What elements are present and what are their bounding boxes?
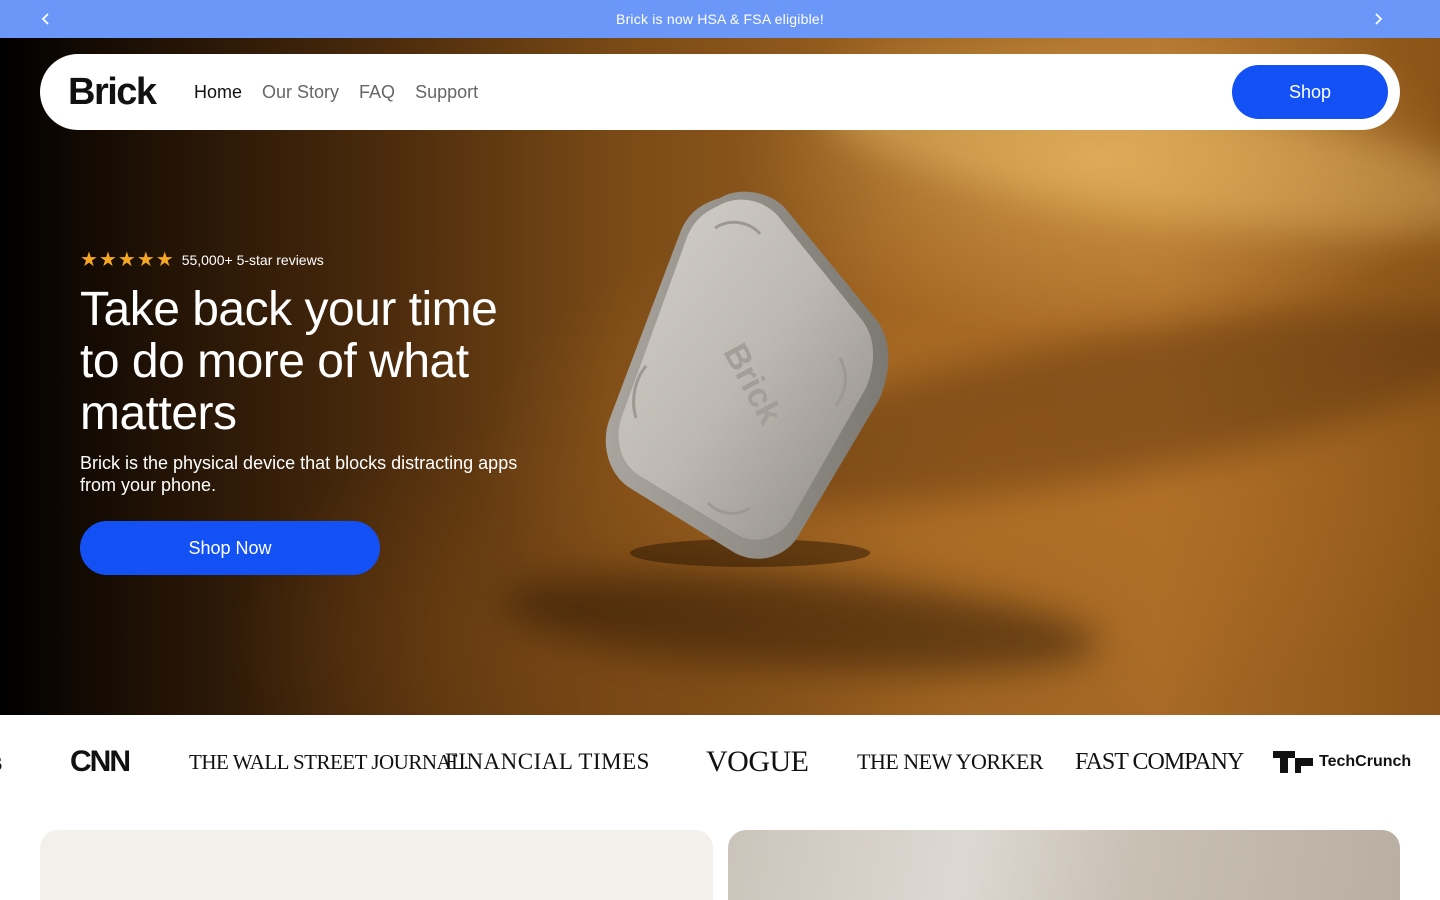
hero-headline: Take back your time to do more of what m… bbox=[80, 283, 498, 440]
chevron-left-icon[interactable] bbox=[36, 9, 56, 29]
reviews-count: 55,000+ 5-star reviews bbox=[181, 252, 324, 268]
brick-logo[interactable]: Brick bbox=[68, 72, 157, 112]
press-logo-partial: s bbox=[0, 745, 2, 779]
new-yorker-logo: THE NEW YORKER bbox=[857, 749, 1044, 774]
star-rating: ★ ★ ★ ★ ★ bbox=[80, 250, 174, 270]
star-icon: ★ bbox=[155, 249, 174, 271]
star-icon: ★ bbox=[136, 249, 155, 271]
nav-support[interactable]: Support bbox=[415, 80, 478, 104]
nav-links: Home Our Story FAQ Support bbox=[194, 80, 498, 104]
techcrunch-logo-group: TechCrunch bbox=[1273, 745, 1411, 779]
fabric-shadow bbox=[497, 557, 1103, 689]
star-icon: ★ bbox=[117, 249, 136, 271]
announcement-text[interactable]: Brick is now HSA & FSA eligible! bbox=[616, 11, 824, 27]
shop-now-button[interactable]: Shop Now bbox=[80, 521, 380, 575]
hero-subtext: Brick is the physical device that blocks… bbox=[80, 453, 518, 495]
brick-device-image: Brick bbox=[605, 191, 889, 567]
nav-home[interactable]: Home bbox=[194, 80, 242, 104]
press-logos-strip: s CNN THE WALL STREET JOURNAL. FINANCIAL… bbox=[0, 715, 1440, 810]
announcement-bar: Brick is now HSA & FSA eligible! bbox=[0, 0, 1440, 38]
feature-card-left bbox=[40, 830, 713, 900]
nav-our-story[interactable]: Our Story bbox=[262, 80, 339, 104]
shop-button[interactable]: Shop bbox=[1232, 65, 1388, 119]
header-nav: Brick Home Our Story FAQ Support Shop bbox=[40, 54, 1400, 130]
fast-company-logo: FAST COMPANY bbox=[1075, 748, 1244, 775]
star-icon: ★ bbox=[98, 249, 117, 271]
rating-summary: ★ ★ ★ ★ ★ 55,000+ 5-star reviews bbox=[80, 250, 324, 270]
techcrunch-icon bbox=[1273, 751, 1313, 773]
chevron-right-icon[interactable] bbox=[1368, 9, 1388, 29]
vogue-logo: VOGUE bbox=[706, 745, 809, 778]
techcrunch-logo: TechCrunch bbox=[1319, 753, 1412, 770]
star-icon: ★ bbox=[80, 249, 98, 271]
feature-card-right bbox=[728, 830, 1400, 900]
wsj-logo: THE WALL STREET JOURNAL. bbox=[189, 749, 469, 774]
financial-times-logo: FINANCIAL TIMES bbox=[445, 749, 650, 774]
nav-faq[interactable]: FAQ bbox=[359, 80, 395, 104]
cnn-logo: CNN bbox=[70, 745, 131, 778]
